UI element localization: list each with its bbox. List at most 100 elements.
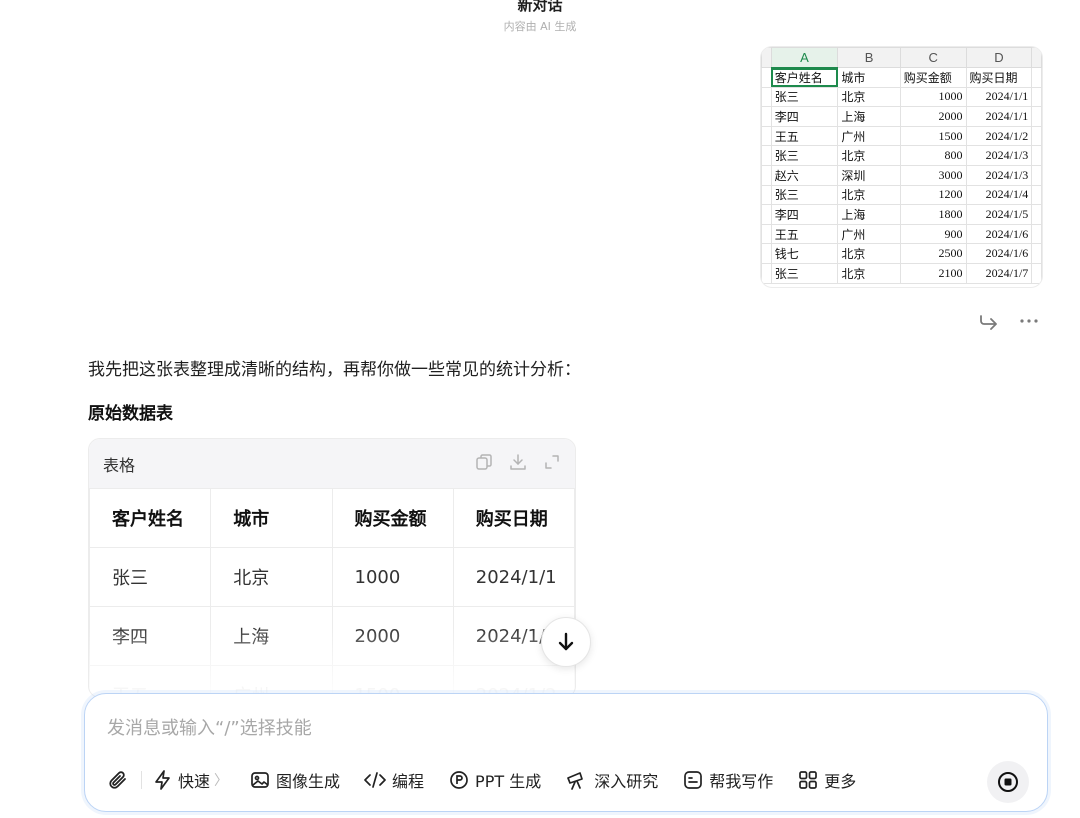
expand-icon[interactable] — [543, 453, 561, 475]
sheet-cell: 900 — [899, 223, 967, 245]
sheet-cell: 王五 — [770, 223, 839, 245]
composer-toolbar: 快速 〉 图像生成 编程 PPT 生成 深入研究 帮我写作 更多 — [107, 766, 856, 794]
sheet-cell: 购买金额 — [899, 67, 967, 88]
sheet-cell: 2024/1/1 — [965, 86, 1033, 108]
coding-button[interactable]: 编程 — [364, 768, 424, 792]
sheet-cell: 北京 — [837, 184, 901, 206]
sheet-cell: 城市 — [837, 67, 901, 88]
quick-mode-button[interactable]: 快速 〉 — [154, 768, 228, 792]
sheet-cell: 李四 — [770, 204, 839, 225]
sheet-column-header — [1031, 47, 1042, 68]
scroll-to-bottom-button[interactable] — [541, 617, 591, 667]
sheet-row-gutter — [761, 184, 772, 206]
table-card-tools — [475, 453, 561, 475]
stop-icon — [998, 772, 1018, 792]
more-tools-label: 更多 — [824, 772, 857, 791]
sheet-cell: 2100 — [899, 262, 967, 284]
sheet-row-gutter — [1031, 67, 1042, 88]
table-cell: 北京 — [210, 547, 333, 607]
ppt-icon — [450, 771, 468, 789]
sheet-row-gutter — [761, 145, 772, 166]
ppt-generation-button[interactable]: PPT 生成 — [449, 768, 541, 792]
sheet-cell: 钱七 — [770, 243, 839, 264]
sheet-cell: 北京 — [837, 243, 901, 264]
sheet-row: 王五 广州 1500 2024/1/2 — [761, 125, 1042, 147]
sheet-cell: 2024/1/3 — [965, 145, 1033, 166]
uploaded-spreadsheet-image[interactable]: A B C D 客户姓名 城市 购买金额 购买日期 张三 北京 1000 2024/1/1 李四… — [760, 46, 1043, 288]
sheet-cell: 2500 — [899, 243, 967, 264]
sheet-cell: 2024/1/3 — [965, 164, 1033, 186]
sheet-row-gutter — [761, 243, 772, 264]
stop-generation-button[interactable] — [987, 761, 1029, 803]
deep-research-button[interactable]: 深入研究 — [566, 768, 658, 792]
table-card-title: 表格 — [103, 455, 136, 475]
sheet-cell: 上海 — [837, 106, 901, 127]
message-input[interactable] — [107, 714, 1007, 742]
sheet-cell: 3000 — [899, 164, 967, 186]
sheet-cell: 2024/1/6 — [965, 223, 1033, 245]
attach-button[interactable] — [107, 769, 129, 791]
table-cell: 1000 — [331, 547, 454, 607]
table-cell: 上海 — [210, 606, 333, 666]
ai-disclaimer: 内容由 AI 生成 — [503, 20, 577, 33]
quick-mode-label: 快速 — [178, 772, 211, 791]
sheet-row-gutter — [761, 106, 772, 127]
table-cell: 张三 — [89, 547, 212, 607]
sheet-row-gutter — [1031, 145, 1042, 166]
sheet-corner — [761, 47, 772, 68]
sheet-cell: 广州 — [837, 125, 901, 147]
table-header-cell: 购买金额 — [331, 488, 454, 548]
table-card: 表格 客户姓名 城市 购买金额 购买日期 张三 北京 1000 2024/1/1… — [88, 438, 576, 698]
sheet-row-gutter — [1031, 262, 1042, 284]
message-actions — [978, 310, 1040, 332]
share-icon[interactable] — [978, 310, 1000, 332]
sheet-cell: 张三 — [770, 184, 839, 206]
sheet-row-gutter — [761, 125, 772, 147]
sheet-row-gutter — [761, 67, 772, 88]
sheet-cell: 王五 — [770, 125, 839, 147]
code-icon — [364, 772, 386, 788]
image-generation-button[interactable]: 图像生成 — [250, 768, 340, 792]
toolbar-divider — [141, 771, 142, 789]
sheet-row: 李四 上海 2000 2024/1/1 — [761, 106, 1042, 127]
sheet-column-header: C — [899, 47, 967, 68]
copy-icon[interactable] — [475, 453, 493, 475]
sheet-cell: 1500 — [899, 125, 967, 147]
ppt-generation-label: PPT 生成 — [475, 772, 542, 791]
chat-title: 新对话 — [517, 0, 563, 14]
writing-assistant-label: 帮我写作 — [709, 772, 774, 791]
sheet-row-gutter — [1031, 184, 1042, 206]
deep-research-label: 深入研究 — [594, 772, 659, 791]
sheet-cell: 张三 — [770, 262, 839, 284]
sheet-cell: 1000 — [899, 86, 967, 108]
sheet-cell: 北京 — [837, 262, 901, 284]
write-icon — [684, 771, 703, 789]
sheet-cell: 2024/1/2 — [965, 125, 1033, 147]
paperclip-icon — [109, 771, 126, 789]
sheet-column-header: B — [837, 47, 901, 68]
writing-assistant-button[interactable]: 帮我写作 — [683, 768, 773, 792]
table-header-row: 客户姓名 城市 购买金额 购买日期 — [89, 488, 575, 548]
more-tools-button[interactable]: 更多 — [798, 768, 856, 792]
more-icon[interactable] — [1018, 310, 1040, 332]
sheet-row-gutter — [761, 86, 772, 108]
sheet-row-gutter — [761, 164, 772, 186]
sheet-cell: 客户姓名 — [770, 67, 839, 88]
sheet-row: 王五 广州 900 2024/1/6 — [761, 223, 1042, 245]
data-table: 客户姓名 城市 购买金额 购买日期 张三 北京 1000 2024/1/1 李四… — [89, 488, 575, 697]
download-icon[interactable] — [509, 453, 527, 475]
answer-intro-text: 我先把这张表整理成清晰的结构，再帮你做一些常见的统计分析： — [88, 360, 581, 380]
table-row: 张三 北京 1000 2024/1/1 — [89, 547, 575, 607]
sheet-cell: 2024/1/5 — [965, 204, 1033, 225]
arrow-down-icon — [558, 632, 574, 651]
lightning-icon — [155, 770, 170, 790]
sheet-row: 张三 北京 2100 2024/1/7 — [761, 262, 1042, 284]
chevron-right-icon: 〉 — [214, 773, 229, 789]
sheet-cell: 上海 — [837, 204, 901, 225]
sheet-cell: 2024/1/4 — [965, 184, 1033, 206]
sheet-row-gutter — [1031, 106, 1042, 127]
image-icon — [251, 772, 269, 788]
telescope-icon — [567, 772, 584, 790]
sheet-row-gutter — [761, 223, 772, 245]
sheet-cell: 购买日期 — [965, 67, 1033, 88]
